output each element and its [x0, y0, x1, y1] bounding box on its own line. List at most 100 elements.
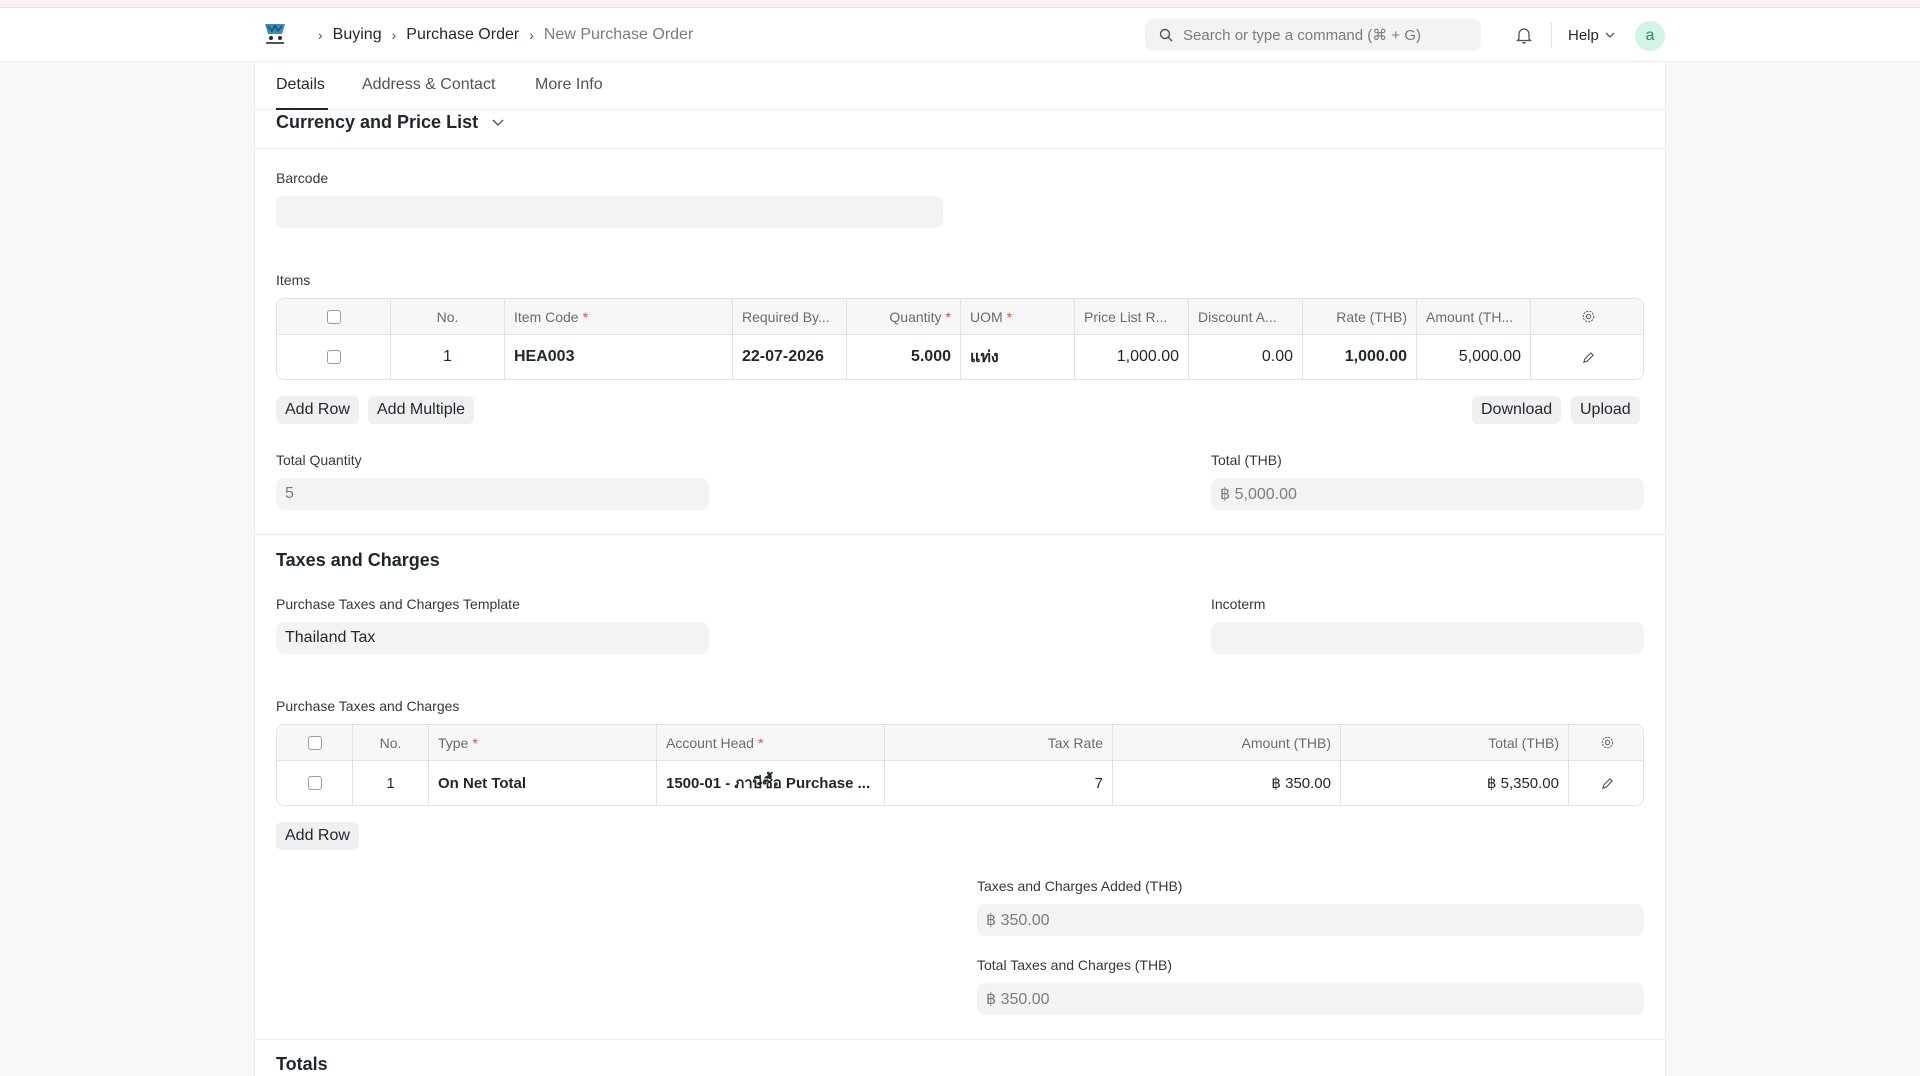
edit-pencil-icon[interactable]	[1582, 351, 1595, 364]
search-bar[interactable]	[1145, 19, 1481, 51]
row-edit-cell	[1569, 761, 1643, 805]
table-row[interactable]: 1 On Net Total 1500-01 - ภาษีซื้อ Purcha…	[277, 761, 1643, 805]
barcode-label: Barcode	[276, 170, 329, 186]
column-header: No.	[353, 725, 429, 760]
taxes-table-label: Purchase Taxes and Charges	[276, 698, 460, 714]
tax-total-cell: ฿ 5,350.00	[1341, 761, 1569, 805]
edit-pencil-icon[interactable]	[1601, 777, 1614, 790]
column-header-uom: UOM *	[961, 299, 1075, 334]
tax-type-cell[interactable]: On Net Total	[429, 761, 657, 805]
top-progress-strip	[0, 0, 1920, 8]
column-settings-cell	[1569, 725, 1643, 760]
row-select-cell	[277, 335, 391, 379]
form-card: Details Address & Contact More Info Curr…	[254, 62, 1666, 1076]
section-divider	[255, 1039, 1665, 1040]
totals-section-title: Totals	[276, 1054, 328, 1074]
required-marker: *	[582, 308, 589, 325]
required-marker: *	[1006, 308, 1013, 325]
taxes-table: No. Type * Account Head * Tax Rate Amount …	[276, 724, 1644, 806]
total-quantity-label: Total Quantity	[276, 452, 362, 468]
breadcrumb-purchase-order[interactable]: Purchase Order	[406, 26, 519, 44]
uom-cell[interactable]: แท่ง	[961, 335, 1075, 379]
gear-icon[interactable]	[1581, 309, 1596, 324]
breadcrumb-current: New Purchase Order	[543, 26, 694, 43]
chevron-right-icon: ›	[391, 27, 397, 43]
taxes-add-row-button[interactable]: Add Row	[276, 822, 359, 850]
select-all-checkbox[interactable]	[307, 735, 322, 750]
chevron-right-icon: ›	[318, 27, 323, 43]
items-table: No. Item Code * Required By... Quantity * …	[276, 298, 1644, 380]
required-by-cell[interactable]: 22-07-2026	[733, 335, 847, 379]
tab-address-contact[interactable]: Address & Contact	[362, 76, 495, 94]
tax-amount-cell[interactable]: ฿ 350.00	[1113, 761, 1341, 805]
item-code-cell[interactable]: HEA003	[505, 335, 733, 379]
column-settings-cell	[1531, 299, 1643, 334]
column-header: Price List R...	[1075, 299, 1189, 334]
tab-details[interactable]: Details	[276, 76, 325, 94]
currency-section-title: Currency and Price List	[276, 112, 479, 132]
notification-bell-icon[interactable]	[1515, 26, 1533, 44]
incoterm-field[interactable]	[1211, 622, 1644, 654]
items-label: Items	[276, 272, 311, 288]
section-divider	[255, 534, 1665, 535]
select-all-cell	[277, 299, 391, 334]
help-dropdown[interactable]: Help	[1568, 8, 1615, 62]
breadcrumb: › Buying › Purchase Order › New Purchase…	[308, 8, 693, 62]
column-header: No.	[391, 299, 505, 334]
row-number: 1	[353, 761, 429, 805]
taxes-template-field[interactable]: Thailand Tax	[276, 622, 709, 654]
search-icon	[1159, 28, 1173, 42]
row-checkbox[interactable]	[307, 776, 322, 790]
taxes-added-label: Taxes and Charges Added (THB)	[977, 878, 1183, 894]
items-upload-button[interactable]: Upload	[1571, 396, 1640, 424]
items-download-button[interactable]: Download	[1472, 396, 1562, 424]
quantity-cell[interactable]: 5.000	[847, 335, 961, 379]
active-tab-indicator	[276, 108, 328, 110]
discount-amount-cell[interactable]: 0.00	[1189, 335, 1303, 379]
column-header-account-head: Account Head *	[657, 725, 885, 760]
price-list-rate-cell[interactable]: 1,000.00	[1075, 335, 1189, 379]
avatar[interactable]: a	[1635, 21, 1665, 51]
table-row[interactable]: 1 HEA003 22-07-2026 5.000 แท่ง 1,000.00 …	[277, 335, 1643, 379]
row-checkbox[interactable]	[326, 350, 341, 364]
select-all-checkbox[interactable]	[326, 309, 341, 324]
column-header: Required By...	[733, 299, 847, 334]
column-header: Rate (THB)	[1303, 299, 1417, 334]
row-select-cell	[277, 761, 353, 805]
chevron-down-icon	[492, 119, 504, 126]
tax-rate-cell[interactable]: 7	[885, 761, 1113, 805]
items-add-multiple-button[interactable]: Add Multiple	[368, 396, 475, 424]
navbar-divider	[1551, 22, 1552, 48]
total-taxes-label: Total Taxes and Charges (THB)	[977, 957, 1173, 973]
form-tabs: Details Address & Contact More Info	[255, 62, 1665, 110]
items-add-row-button[interactable]: Add Row	[276, 396, 359, 424]
amount-cell: 5,000.00	[1417, 335, 1531, 379]
currency-section-toggle[interactable]: Currency and Price List	[276, 112, 504, 133]
incoterm-label: Incoterm	[1211, 596, 1266, 612]
account-head-cell[interactable]: 1500-01 - ภาษีซื้อ Purchase ...	[657, 761, 885, 805]
required-marker: *	[945, 308, 951, 325]
column-header: Tax Rate	[885, 725, 1113, 760]
total-quantity-field: 5	[276, 478, 709, 510]
gear-icon[interactable]	[1600, 735, 1615, 750]
tab-more-info[interactable]: More Info	[535, 76, 603, 94]
rate-cell[interactable]: 1,000.00	[1303, 335, 1417, 379]
row-number: 1	[391, 335, 505, 379]
column-header: Amount (TH...	[1417, 299, 1531, 334]
select-all-cell	[277, 725, 353, 760]
column-header-label: UOM	[970, 308, 1003, 325]
row-edit-cell	[1531, 335, 1643, 379]
required-marker: *	[472, 734, 478, 751]
column-header-quantity: Quantity *	[847, 299, 961, 334]
app-logo-icon[interactable]	[262, 20, 288, 48]
taxes-added-field: ฿ 350.00	[977, 904, 1644, 936]
column-header-label: Type	[438, 734, 469, 751]
breadcrumb-buying[interactable]: Buying	[333, 26, 382, 44]
column-header-type: Type *	[429, 725, 657, 760]
column-header: Total (THB)	[1341, 725, 1569, 760]
column-header-item-code: Item Code *	[505, 299, 733, 334]
barcode-input[interactable]	[276, 196, 943, 228]
column-header: Discount A...	[1189, 299, 1303, 334]
help-label: Help	[1568, 26, 1599, 44]
search-input[interactable]	[1183, 26, 1473, 44]
